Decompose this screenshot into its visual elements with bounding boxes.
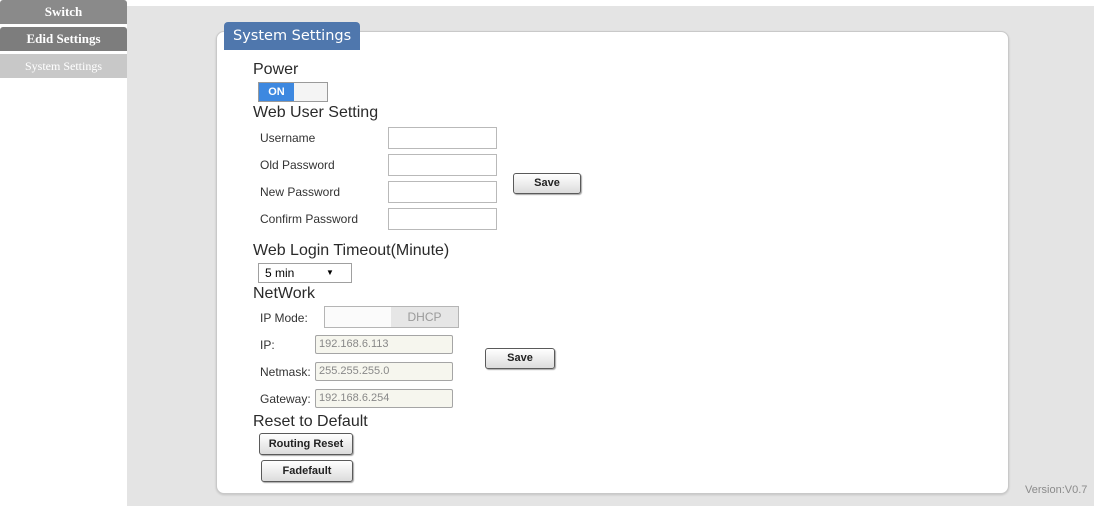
power-title: Power: [253, 61, 299, 78]
username-field[interactable]: [388, 127, 497, 149]
reset-title: Reset to Default: [253, 413, 368, 430]
panel-title-tab: System Settings: [224, 22, 361, 50]
power-on-label: ON: [259, 83, 294, 101]
old-password-field[interactable]: [388, 154, 497, 176]
ip-mode-label: IP Mode:: [260, 311, 308, 325]
ip-label: IP:: [260, 338, 275, 352]
login-timeout-title: Web Login Timeout(Minute): [253, 242, 450, 259]
ip-mode-dhcp-label: DHCP: [391, 307, 458, 327]
username-label: Username: [260, 131, 316, 145]
netmask-field: 255.255.255.0: [315, 362, 453, 381]
nav-item-switch[interactable]: Switch: [0, 0, 127, 24]
routing-reset-button[interactable]: Routing Reset: [259, 433, 353, 455]
network-save-button[interactable]: Save: [485, 348, 555, 369]
login-timeout-value: 5 min: [265, 266, 295, 280]
new-password-field[interactable]: [388, 181, 497, 203]
network-title: NetWork: [253, 285, 315, 302]
web-user-setting-title: Web User Setting: [253, 104, 379, 121]
ip-mode-toggle[interactable]: DHCP: [324, 306, 459, 328]
power-toggle[interactable]: ON: [258, 82, 328, 102]
netmask-label: Netmask:: [260, 365, 311, 379]
confirm-password-field[interactable]: [388, 208, 497, 230]
nav-item-system-settings[interactable]: System Settings: [0, 54, 127, 78]
dropdown-arrow-icon: ▼: [326, 268, 334, 277]
login-timeout-select[interactable]: 5 min ▼: [258, 263, 352, 283]
nav-item-edid-settings[interactable]: Edid Settings: [0, 27, 127, 51]
web-user-save-button[interactable]: Save: [513, 173, 581, 194]
factory-default-button[interactable]: Fadefault: [261, 460, 353, 482]
ip-field: 192.168.6.113: [315, 335, 453, 354]
old-password-label: Old Password: [260, 158, 335, 172]
new-password-label: New Password: [260, 185, 341, 199]
gateway-field: 192.168.6.254: [315, 389, 453, 408]
version-label: Version:V0.7: [1025, 484, 1088, 496]
confirm-password-label: Confirm Password: [260, 212, 359, 226]
sidebar-nav: Switch Edid Settings System Settings: [0, 0, 127, 81]
gateway-label: Gateway:: [260, 392, 311, 406]
